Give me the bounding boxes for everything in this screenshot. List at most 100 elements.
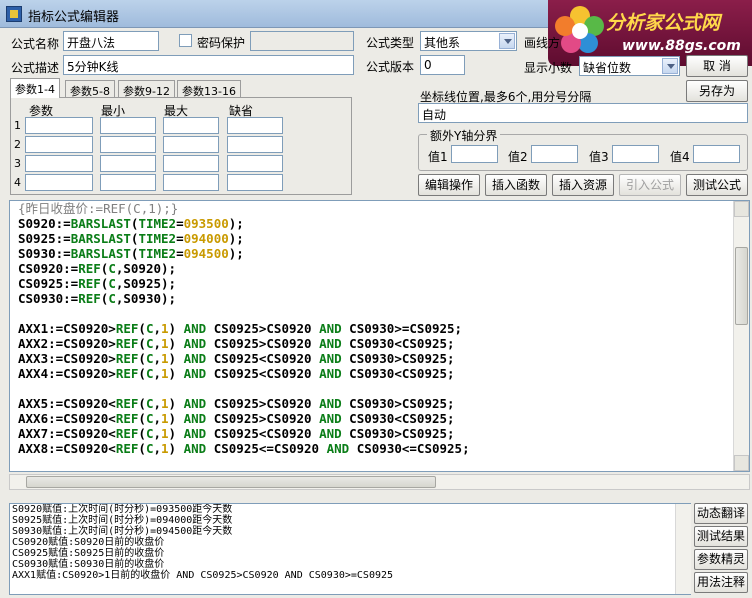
tab-params-1-4[interactable]: 参数1-4 — [10, 78, 60, 98]
yaxis-value2-input[interactable] — [531, 145, 578, 163]
cancel-button[interactable]: 取 消 — [686, 55, 748, 77]
code-line: S0920:=BARSLAST(TIME2=093500); — [10, 216, 734, 231]
code-token: C — [108, 276, 116, 291]
decimal-select[interactable]: 缺省位数 — [579, 56, 680, 76]
test-result-button[interactable]: 测试结果 — [694, 526, 748, 547]
code-content[interactable]: {昨日收盘价:=REF(C,1);} S0920:=BARSLAST(TIME2=… — [10, 201, 734, 472]
yaxis-value3-input[interactable] — [612, 145, 659, 163]
password-input[interactable] — [250, 31, 354, 51]
decimal-label: 显示小数 — [524, 61, 573, 75]
coord-lines-input[interactable]: 自动 — [418, 103, 748, 123]
formula-name-input[interactable]: 开盘八法 — [63, 31, 159, 51]
param-default-input[interactable] — [227, 117, 283, 134]
param-default-input[interactable] — [227, 155, 283, 172]
code-token: , — [153, 351, 162, 366]
scroll-thumb[interactable] — [735, 247, 748, 325]
yaxis-value3-label: 值3 — [589, 150, 609, 164]
code-token: S0920:= — [18, 216, 71, 231]
yaxis-value1-input[interactable] — [451, 145, 498, 163]
code-token: , — [153, 336, 162, 351]
scroll-thumb[interactable] — [26, 476, 436, 488]
code-line: AXX4:=CS0920>REF(C,1) AND CS0925<CS0920 … — [10, 366, 734, 381]
password-checkbox[interactable] — [179, 34, 192, 47]
param-default-input[interactable] — [227, 136, 283, 153]
param-max-input[interactable] — [163, 136, 219, 153]
code-token: 1 — [161, 411, 169, 426]
code-token: AXX2:=CS0920> — [18, 336, 116, 351]
code-token: , — [153, 441, 162, 456]
code-token: CS0930:= — [18, 291, 79, 306]
translation-output[interactable]: S0920赋值:上次时间(时分秒)=093500距今天数 S0925赋值:上次时间… — [9, 503, 691, 595]
formula-version-input[interactable]: 0 — [420, 55, 465, 75]
code-token: BARSLAST — [70, 246, 131, 261]
param-name-input[interactable] — [25, 117, 93, 134]
code-token: AND — [183, 426, 207, 441]
output-line: CS0920赋值:S0920日前的收盘价 — [12, 537, 165, 548]
param-min-input[interactable] — [100, 117, 156, 134]
code-token: , — [153, 321, 162, 336]
save-as-button[interactable]: 另存为 — [686, 80, 748, 102]
code-token: AND — [326, 441, 350, 456]
output-line: CS0930赋值:S0930日前的收盘价 — [12, 559, 165, 570]
editor-vertical-scrollbar[interactable] — [733, 201, 749, 471]
param-default-input[interactable] — [227, 174, 283, 191]
code-editor[interactable]: {昨日收盘价:=REF(C,1);} S0920:=BARSLAST(TIME2=… — [9, 200, 750, 472]
formula-version-label: 公式版本 — [366, 60, 415, 74]
insert-function-button[interactable]: 插入函数 — [485, 174, 547, 196]
code-line: AXX5:=CS0920<REF(C,1) AND CS0925>CS0920 … — [10, 396, 734, 411]
flower-logo-icon — [555, 6, 604, 53]
param-min-input[interactable] — [100, 155, 156, 172]
dynamic-translate-button[interactable]: 动态翻译 — [694, 503, 748, 524]
code-token: CS0925<CS0920 — [206, 426, 320, 441]
formula-desc-input[interactable]: 5分钟K线 — [63, 55, 354, 75]
scroll-up-icon[interactable] — [734, 201, 749, 217]
code-token: CS0925>CS0920 — [206, 396, 320, 411]
yaxis-value4-input[interactable] — [693, 145, 740, 163]
code-token: BARSLAST — [70, 216, 131, 231]
editor-horizontal-scrollbar[interactable] — [9, 474, 750, 490]
code-token: ( — [138, 441, 146, 456]
chevron-down-icon — [662, 58, 678, 74]
insert-resource-button[interactable]: 插入资源 — [552, 174, 614, 196]
code-token: {昨日收盘价:=REF(C,1);} — [18, 201, 179, 216]
code-token: AND — [183, 441, 207, 456]
param-max-input[interactable] — [163, 155, 219, 172]
output-line: CS0925赋值:S0925日前的收盘价 — [12, 548, 165, 559]
tab-params-9-12[interactable]: 参数9-12 — [118, 80, 175, 98]
param-min-input[interactable] — [100, 136, 156, 153]
code-token: AXX8:=CS0920< — [18, 441, 116, 456]
code-token: ( — [138, 366, 146, 381]
tab-params-5-8[interactable]: 参数5-8 — [65, 80, 115, 98]
code-line: AXX1:=CS0920>REF(C,1) AND CS0925>CS0920 … — [10, 321, 734, 336]
usage-notes-button[interactable]: 用法注释 — [694, 572, 748, 593]
param-name-input[interactable] — [25, 155, 93, 172]
edit-operation-button[interactable]: 编辑操作 — [418, 174, 480, 196]
param-name-input[interactable] — [25, 174, 93, 191]
tab-params-13-16[interactable]: 参数13-16 — [177, 80, 241, 98]
code-token: 093500 — [183, 216, 229, 231]
code-token: AND — [183, 411, 207, 426]
code-token: ,S0925); — [115, 276, 177, 291]
code-line: CS0925:=REF(C,S0925); — [10, 276, 734, 291]
code-token: = — [176, 246, 184, 261]
code-token: 094500 — [183, 246, 229, 261]
code-token: CS0925<=CS0920 — [206, 441, 327, 456]
window-title: 指标公式编辑器 — [28, 10, 120, 25]
formula-type-select[interactable]: 其他系 — [420, 31, 517, 51]
test-formula-button[interactable]: 测试公式 — [686, 174, 748, 196]
scroll-down-icon[interactable] — [734, 455, 749, 471]
param-min-input[interactable] — [100, 174, 156, 191]
param-name-input[interactable] — [25, 136, 93, 153]
output-scrollbar[interactable] — [675, 504, 691, 594]
param-max-input[interactable] — [163, 174, 219, 191]
param-max-input[interactable] — [163, 117, 219, 134]
import-formula-button[interactable]: 引入公式 — [619, 174, 681, 196]
code-token: , — [153, 366, 162, 381]
code-token: REF — [78, 276, 101, 291]
app-icon — [6, 6, 22, 22]
code-token: ) — [168, 351, 184, 366]
code-token: BXX1:='三高盘, — [18, 471, 123, 472]
param-wizard-button[interactable]: 参数精灵 — [694, 549, 748, 570]
code-token: ( — [138, 336, 146, 351]
